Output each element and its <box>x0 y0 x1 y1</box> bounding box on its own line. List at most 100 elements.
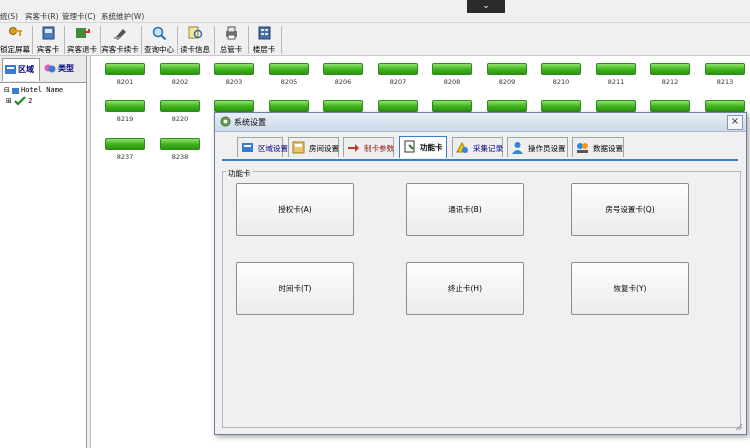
query-center-button[interactable]: 查询中心 <box>143 25 175 55</box>
room-status-led <box>541 100 581 112</box>
room-status-led <box>160 63 200 75</box>
area-icon <box>5 65 16 74</box>
guest-return-card-button[interactable]: 宾客退卡 <box>66 25 98 55</box>
room-item[interactable]: 8201 <box>105 63 145 87</box>
tree-expand-icon[interactable]: ⊟ <box>4 86 10 94</box>
room-item[interactable]: 8208 <box>432 63 472 87</box>
room-status-led <box>650 100 690 112</box>
folder-icon <box>12 88 19 94</box>
room-status-led <box>596 100 636 112</box>
restore-card-button[interactable]: 恢复卡(Y) <box>571 262 689 315</box>
tree-expand-icon[interactable]: ⊞ <box>6 97 12 105</box>
tab-room-settings[interactable]: 房间设置 <box>288 137 339 157</box>
room-item[interactable]: 8211 <box>596 63 636 87</box>
guest-renew-card-button[interactable]: 宾客卡续卡 <box>101 25 139 55</box>
room-status-led <box>269 100 309 112</box>
read-card-info-button[interactable]: 读卡信息 <box>178 25 212 55</box>
tab-area-settings[interactable]: 区域设置 <box>237 137 288 157</box>
tab-area[interactable]: 区域 <box>2 58 40 81</box>
dropdown-tab[interactable]: ⌄ <box>467 0 505 13</box>
room-status-led <box>214 63 254 75</box>
tab-function-card[interactable]: 功能卡 <box>399 136 447 158</box>
dialog-titlebar[interactable]: 系统设置 × <box>215 113 746 132</box>
menu-maintenance[interactable]: 系统维护(W) <box>101 11 144 22</box>
room-status-led <box>705 63 745 75</box>
tab-collection-records[interactable]: 采集记录 <box>452 137 503 157</box>
room-item[interactable]: 8205 <box>269 63 309 87</box>
key-icon <box>9 27 22 36</box>
room-status-led <box>378 100 418 112</box>
room-item[interactable]: 8212 <box>650 63 690 87</box>
chevron-down-icon: ⌄ <box>482 1 490 11</box>
search-card-icon <box>188 26 203 39</box>
room-status-led <box>160 100 200 112</box>
room-item[interactable]: 8210 <box>541 63 581 87</box>
room-item[interactable]: 8237 <box>105 138 145 162</box>
room-status-led <box>323 100 363 112</box>
settings-tabs: 区域设置 房间设置 制卡参数 功能卡 采集记录 操作员设置 数据设置 <box>222 136 738 161</box>
menu-system[interactable]: 统(S) <box>0 11 18 22</box>
toolbar-separator <box>281 26 282 54</box>
collection-records-icon <box>456 141 468 153</box>
area-settings-icon <box>242 143 253 152</box>
printer-icon <box>226 26 237 40</box>
settings-gear-icon <box>220 116 231 127</box>
room-status-led <box>160 138 200 150</box>
termination-card-button[interactable]: 终止卡(H) <box>406 262 524 315</box>
pen-icon <box>114 29 126 40</box>
room-item[interactable]: 8207 <box>378 63 418 87</box>
room-status-led <box>432 63 472 75</box>
room-status-led <box>596 63 636 75</box>
room-item[interactable]: 8202 <box>160 63 200 87</box>
toolbar: 锁定屏幕 宾客卡 宾客退卡 宾客卡续卡 查询中心 读卡信息 总管卡 楼层卡 <box>0 23 750 56</box>
communication-card-button[interactable]: 通讯卡(B) <box>406 183 524 236</box>
left-panel: 区域 类型 ⊟ Hotel Name ⊞ 2 <box>0 56 87 448</box>
toolbar-separator <box>214 26 215 54</box>
type-icon <box>44 64 56 73</box>
return-card-icon <box>76 28 90 38</box>
room-item[interactable]: 8220 <box>160 100 200 124</box>
authorization-card-button[interactable]: 授权卡(A) <box>236 183 354 236</box>
room-status-led <box>541 63 581 75</box>
room-status-led <box>378 63 418 75</box>
room-status-led <box>650 63 690 75</box>
menu-manage-card[interactable]: 管理卡(C) <box>62 11 96 22</box>
room-status-led <box>323 63 363 75</box>
room-item[interactable]: 8213 <box>705 63 745 87</box>
tab-data-settings[interactable]: 数据设置 <box>572 137 624 157</box>
room-status-led <box>487 100 527 112</box>
function-card-icon <box>404 140 415 153</box>
toolbar-separator <box>141 26 142 54</box>
tab-operator-settings[interactable]: 操作员设置 <box>507 137 568 157</box>
room-number-card-button[interactable]: 房号设置卡(Q) <box>571 183 689 236</box>
card-params-icon <box>348 144 359 152</box>
room-status-led <box>105 100 145 112</box>
room-status-led <box>705 100 745 112</box>
checkmark-icon <box>14 96 26 106</box>
close-button[interactable]: × <box>727 115 743 130</box>
menu-guest-card[interactable]: 宾客卡(R) <box>25 11 59 22</box>
guest-card-button[interactable]: 宾客卡 <box>34 25 62 55</box>
tab-card-params[interactable]: 制卡参数 <box>343 137 394 157</box>
room-item[interactable]: 8219 <box>105 100 145 124</box>
floor-card-button[interactable]: 楼层卡 <box>249 25 279 55</box>
room-item[interactable]: 8209 <box>487 63 527 87</box>
dialog-title: 系统设置 <box>234 118 266 127</box>
lock-screen-button[interactable]: 锁定屏幕 <box>0 25 30 55</box>
building-icon <box>258 26 271 40</box>
room-item[interactable]: 8238 <box>160 138 200 162</box>
resize-grip-icon[interactable] <box>735 423 743 431</box>
room-item[interactable]: 8206 <box>323 63 363 87</box>
tab-type[interactable]: 类型 <box>42 58 82 80</box>
room-settings-icon <box>292 141 305 154</box>
time-card-button[interactable]: 时间卡(T) <box>236 262 354 315</box>
menu-bar: 统(S) 宾客卡(R) 管理卡(C) 系统维护(W) ⌄ <box>0 0 750 23</box>
group-title: 功能卡 <box>226 168 253 179</box>
room-item[interactable]: 8203 <box>214 63 254 87</box>
master-card-button[interactable]: 总管卡 <box>216 25 246 55</box>
room-status-led <box>487 63 527 75</box>
room-status-led <box>269 63 309 75</box>
operator-icon <box>512 142 523 154</box>
data-settings-icon <box>577 143 588 153</box>
close-icon: × <box>730 116 740 127</box>
